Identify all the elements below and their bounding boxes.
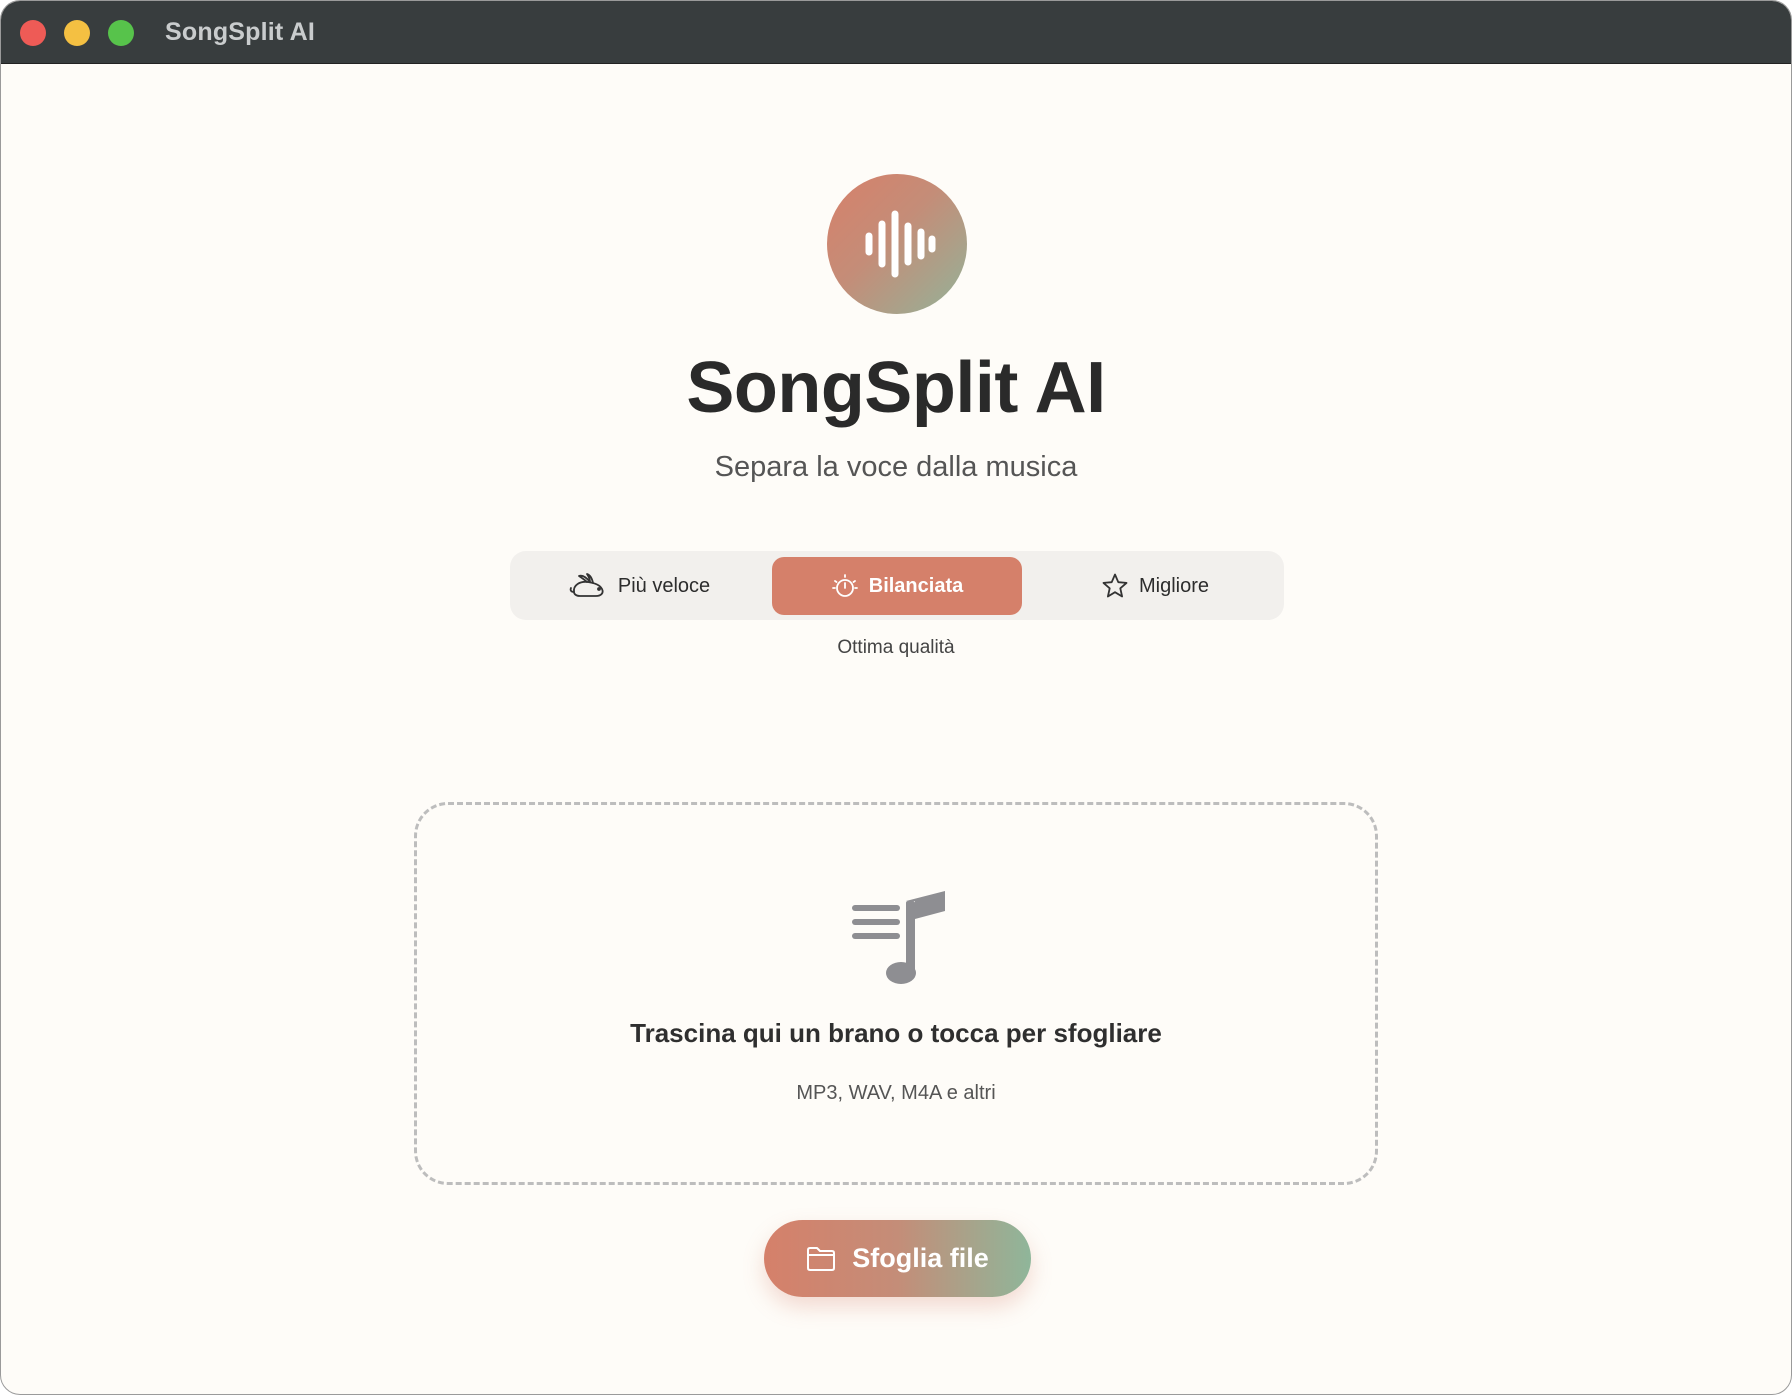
quality-option-balanced-label: Bilanciata: [868, 574, 964, 597]
browse-files-button[interactable]: Sfoglia file: [764, 1220, 1031, 1297]
title-bar: SongSplit AI: [1, 1, 1791, 64]
quality-selector: Più veloce Bilanciata Migliore: [510, 551, 1284, 620]
drop-zone-title: Trascina qui un brano o tocca per sfogli…: [630, 1018, 1162, 1048]
star-icon: [1102, 573, 1128, 598]
window-title: SongSplit AI: [165, 18, 316, 46]
browse-files-label: Sfoglia file: [852, 1243, 989, 1273]
folder-icon: [807, 1246, 836, 1271]
waveform-icon: [865, 210, 936, 278]
app-subtitle: Separa la voce dalla musica: [714, 451, 1078, 483]
drop-zone[interactable]: Trascina qui un brano o tocca per sfogli…: [414, 802, 1378, 1185]
close-window-button[interactable]: [20, 20, 46, 46]
app-title: SongSplit AI: [686, 348, 1106, 428]
quality-caption: Ottima qualità: [837, 637, 955, 658]
main-content: SongSplit AI Separa la voce dalla musica…: [1, 64, 1791, 1394]
music-list-icon: [852, 891, 945, 984]
zoom-window-button[interactable]: [108, 20, 134, 46]
quality-option-fast-label: Più veloce: [617, 574, 711, 597]
timer-icon: [831, 574, 858, 597]
supported-formats: MP3, WAV, M4A e altri: [796, 1082, 996, 1104]
quality-option-fast[interactable]: Più veloce: [518, 557, 760, 615]
quality-option-best-label: Migliore: [1138, 574, 1210, 597]
app-logo: [827, 174, 967, 314]
app-window: SongSplit AI SongSplit AI Separa la voce…: [0, 0, 1792, 1395]
minimize-window-button[interactable]: [64, 20, 90, 46]
rabbit-icon: [569, 573, 604, 597]
quality-option-best[interactable]: Migliore: [1030, 557, 1280, 615]
quality-option-balanced[interactable]: Bilanciata: [772, 557, 1022, 615]
